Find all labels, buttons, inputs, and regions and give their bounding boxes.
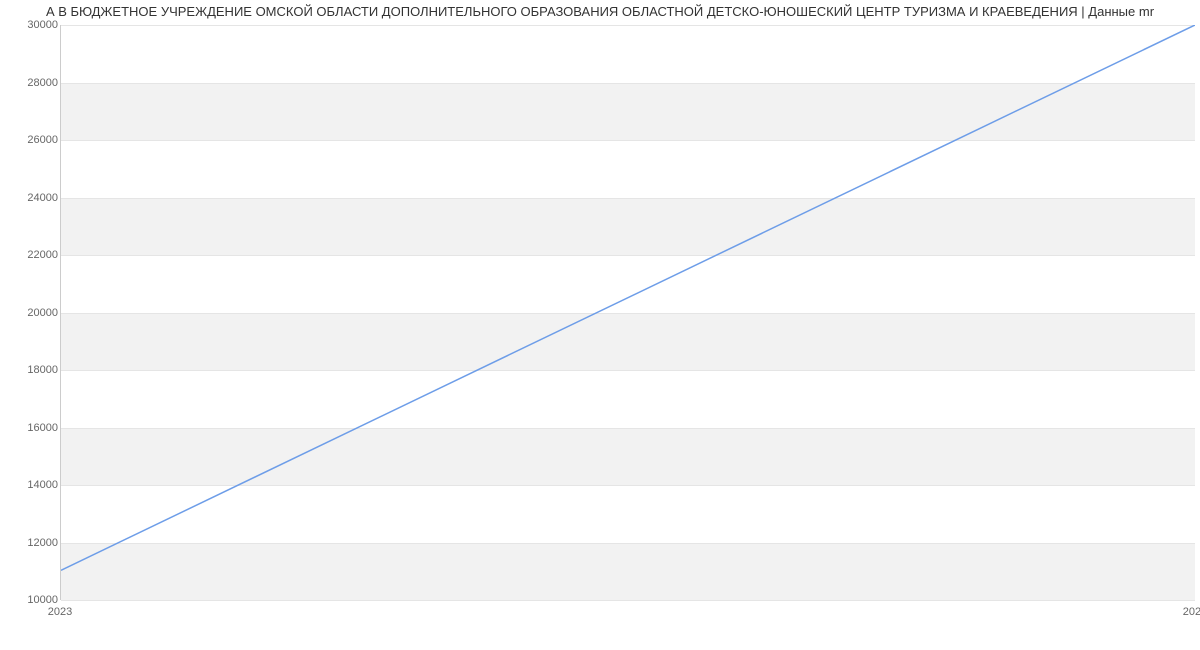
x-axis-tick-label: 2023: [48, 606, 72, 618]
grid-line: [61, 600, 1195, 601]
y-axis-tick-label: 22000: [12, 249, 58, 261]
y-axis-tick-label: 12000: [12, 537, 58, 549]
y-axis-tick-label: 20000: [12, 307, 58, 319]
chart-container: А В БЮДЖЕТНОЕ УЧРЕЖДЕНИЕ ОМСКОЙ ОБЛАСТИ …: [0, 0, 1200, 650]
x-axis-tick-label: 2024: [1183, 606, 1200, 618]
y-axis-tick-label: 30000: [12, 19, 58, 31]
y-axis-tick-label: 24000: [12, 192, 58, 204]
plot-area: [60, 25, 1195, 600]
y-axis-tick-label: 16000: [12, 422, 58, 434]
y-axis-tick-label: 10000: [12, 594, 58, 606]
chart-title: А В БЮДЖЕТНОЕ УЧРЕЖДЕНИЕ ОМСКОЙ ОБЛАСТИ …: [0, 4, 1200, 19]
y-axis-tick-label: 18000: [12, 364, 58, 376]
y-axis-tick-label: 14000: [12, 479, 58, 491]
chart-line: [61, 25, 1195, 599]
y-axis-tick-label: 26000: [12, 134, 58, 146]
y-axis-tick-label: 28000: [12, 77, 58, 89]
